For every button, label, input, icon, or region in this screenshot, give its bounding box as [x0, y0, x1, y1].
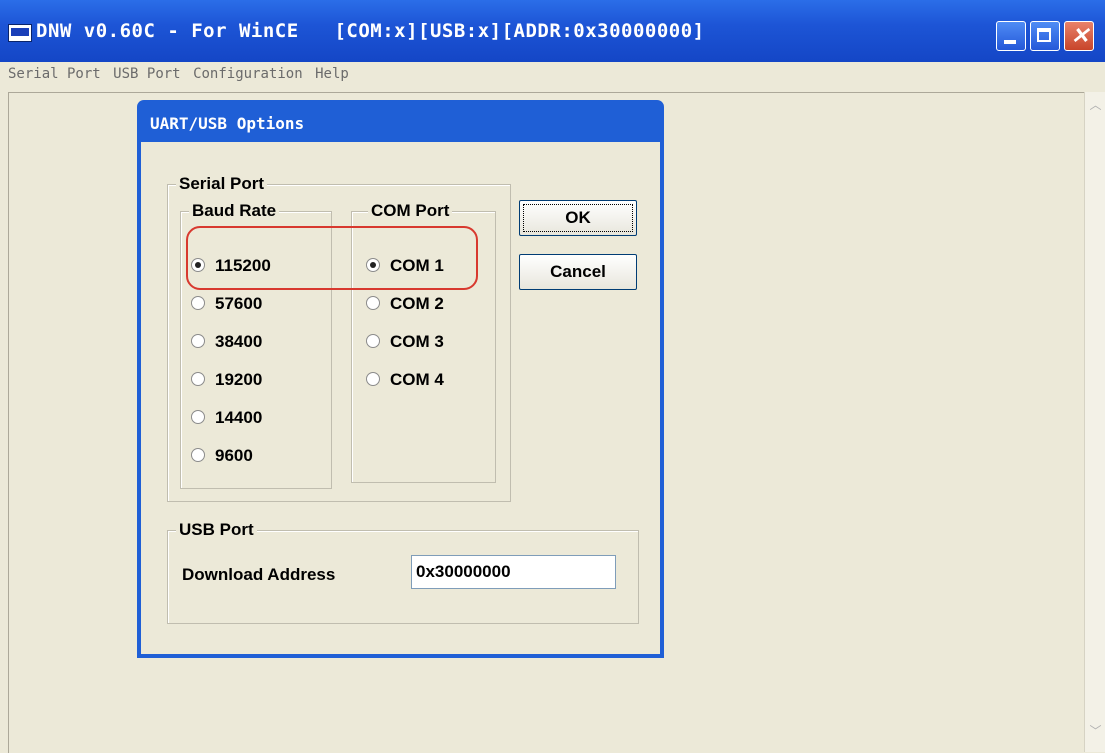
radio-icon: [191, 410, 205, 424]
serial-port-group: Serial Port Baud Rate 115200 57600 38400…: [167, 174, 511, 502]
com-radio-1[interactable]: COM 1: [366, 256, 444, 278]
maximize-button[interactable]: [1030, 21, 1060, 51]
app-icon: [8, 24, 32, 42]
dialog-body: Serial Port Baud Rate 115200 57600 38400…: [141, 142, 660, 654]
radio-selected-icon: [191, 258, 205, 272]
download-address-input[interactable]: [411, 555, 616, 589]
menu-usb-port[interactable]: USB Port: [113, 66, 180, 82]
close-button[interactable]: ✕: [1064, 21, 1094, 51]
menu-serial-port[interactable]: Serial Port: [8, 66, 101, 82]
minimize-icon: [1004, 40, 1016, 44]
com-radio-4[interactable]: COM 4: [366, 370, 444, 392]
baud-rate-label: Baud Rate: [189, 201, 280, 221]
baud-radio-115200[interactable]: 115200: [191, 256, 271, 278]
baud-radio-9600[interactable]: 9600: [191, 446, 253, 468]
radio-icon: [191, 334, 205, 348]
com-radio-2[interactable]: COM 2: [366, 294, 444, 316]
radio-icon: [191, 448, 205, 462]
dialog-title: UART/USB Options: [150, 114, 305, 133]
scroll-up-icon[interactable]: ︿: [1088, 96, 1103, 112]
radio-icon: [366, 334, 380, 348]
com-port-group: COM Port COM 1 COM 2 COM 3 COM 4: [351, 201, 496, 483]
ok-button[interactable]: OK: [519, 200, 637, 236]
com-port-label: COM Port: [368, 201, 453, 221]
usb-port-label: USB Port: [176, 520, 257, 540]
download-address-label: Download Address: [182, 565, 336, 584]
usb-port-group: USB Port Download Address: [167, 520, 639, 624]
menu-help[interactable]: Help: [315, 66, 349, 82]
baud-radio-14400[interactable]: 14400: [191, 408, 262, 430]
radio-icon: [191, 296, 205, 310]
maximize-icon: [1037, 28, 1051, 42]
radio-selected-icon: [366, 258, 380, 272]
com-radio-3[interactable]: COM 3: [366, 332, 444, 354]
baud-rate-group: Baud Rate 115200 57600 38400 19200 14400…: [180, 201, 332, 489]
baud-radio-19200[interactable]: 19200: [191, 370, 262, 392]
close-icon: ✕: [1070, 23, 1090, 48]
uart-usb-options-dialog: UART/USB Options Serial Port Baud Rate 1…: [137, 100, 664, 658]
cancel-button[interactable]: Cancel: [519, 254, 637, 290]
vertical-scrollbar[interactable]: ︿ ﹀: [1084, 92, 1105, 752]
minimize-button[interactable]: [996, 21, 1026, 51]
radio-icon: [366, 372, 380, 386]
title-bar: DNW v0.60C - For WinCE [COM:x][USB:x][AD…: [0, 0, 1105, 62]
baud-radio-57600[interactable]: 57600: [191, 294, 262, 316]
baud-radio-38400[interactable]: 38400: [191, 332, 262, 354]
menu-bar: Serial Port USB Port Configuration Help: [0, 62, 1105, 90]
radio-icon: [191, 372, 205, 386]
serial-port-label: Serial Port: [176, 174, 268, 194]
radio-icon: [366, 296, 380, 310]
window-title: DNW v0.60C - For WinCE [COM:x][USB:x][AD…: [36, 20, 705, 42]
menu-configuration[interactable]: Configuration: [193, 66, 303, 82]
scroll-down-icon[interactable]: ﹀: [1088, 722, 1103, 738]
